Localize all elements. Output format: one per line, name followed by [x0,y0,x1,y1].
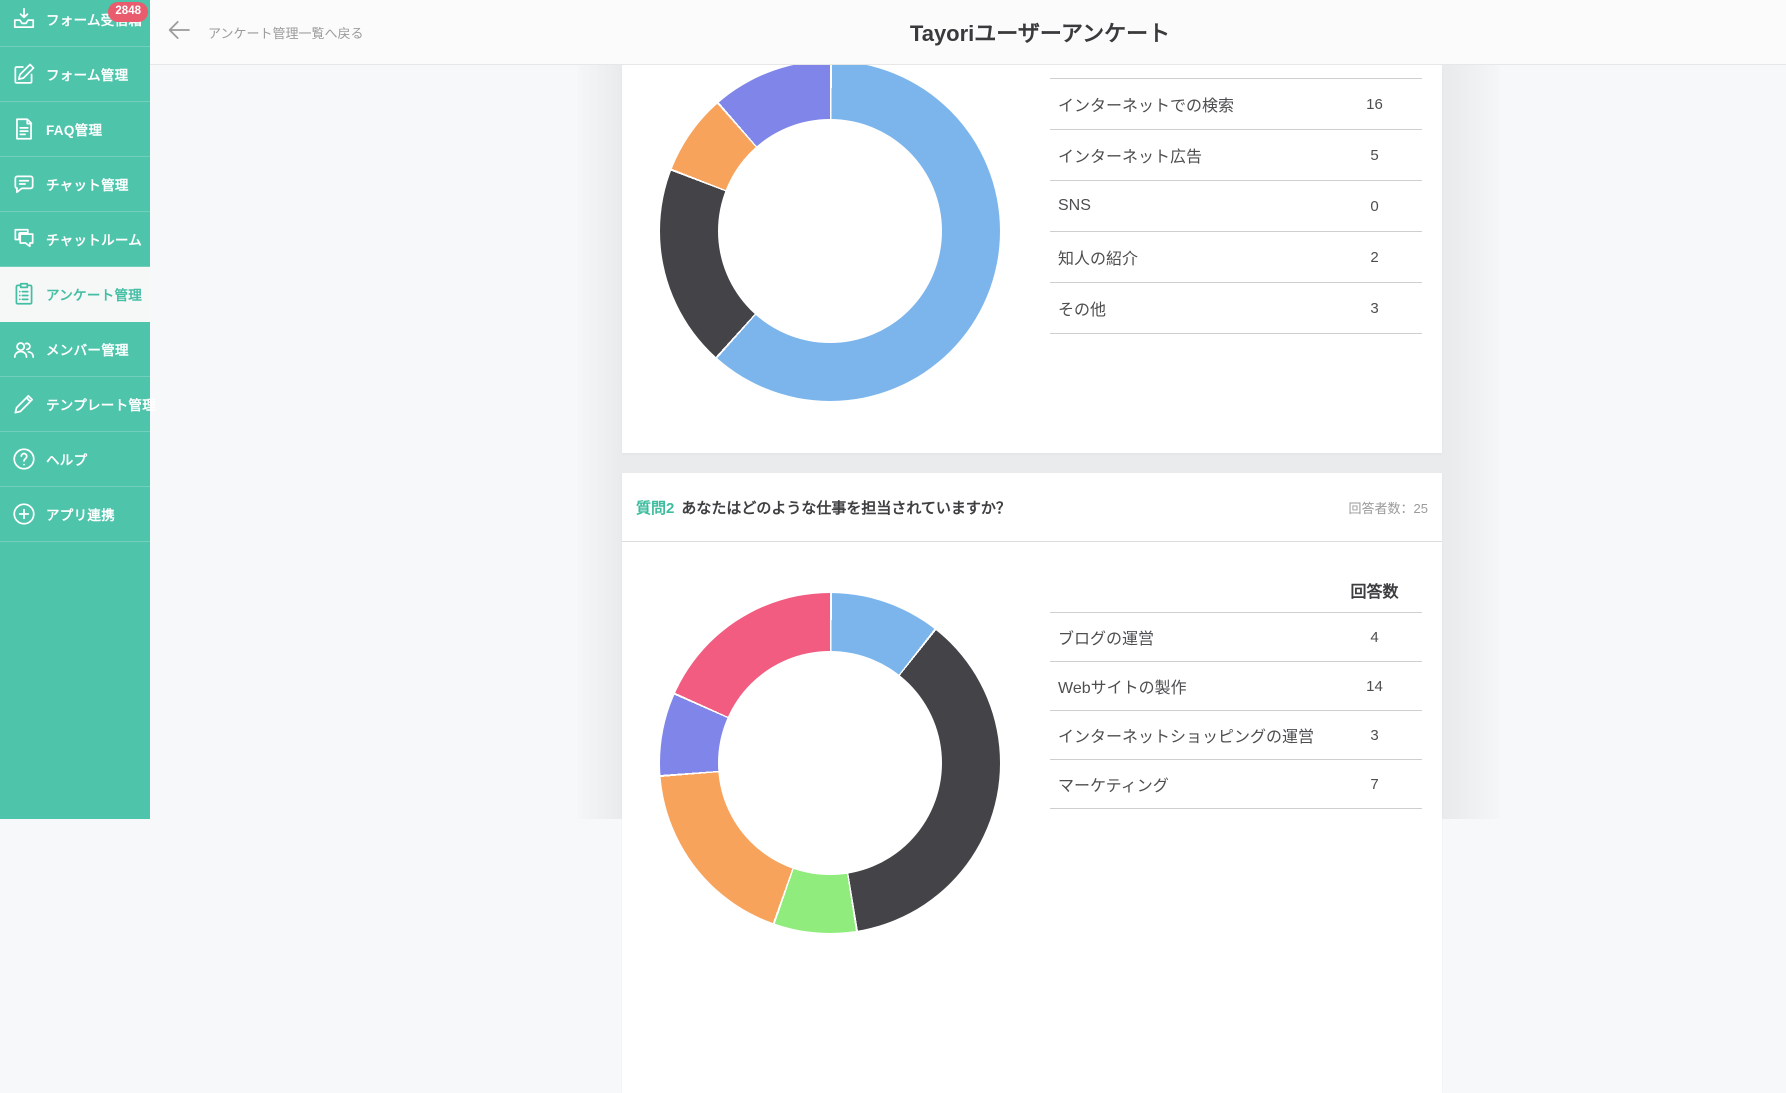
sidebar-item-chat-manage[interactable]: チャット管理 [0,157,150,212]
help-circle-icon [10,446,37,473]
sidebar-item-label: メンバー管理 [46,339,129,359]
answer-row: Webサイトの製作14 [1050,662,1422,711]
unread-count-badge: 2848 [108,2,148,22]
survey-clipboard-icon [10,281,37,308]
sidebar-item-help[interactable]: ヘルプ [0,432,150,487]
answer-row: インターネットショッピングの運営3 [1050,711,1422,760]
answer-label: インターネットでの検索 [1050,92,1327,116]
answer-label: インターネット広告 [1050,143,1327,167]
answer-label: その他 [1050,296,1327,320]
sidebar-item-form-manage[interactable]: フォーム管理 [0,47,150,102]
answer-table-q2: 回答数 ブログの運営4Webサイトの製作14インターネットショッピングの運営3マ… [1050,568,1422,809]
sidebar-item-label: チャット管理 [46,174,129,194]
sidebar-nav: フォーム受信箱2848 フォーム管理 FAQ管理チャット管理チャットルームアンケート… [0,0,150,542]
answer-count: 2 [1327,249,1422,266]
answer-row: インターネット広告5 [1050,130,1422,181]
sidebar-item-form-inbox[interactable]: フォーム受信箱2848 [0,0,150,47]
chat-room-icon [10,226,37,253]
sidebar-item-app-link[interactable]: アプリ連携 [0,487,150,542]
answer-row: その他3 [1050,283,1422,334]
chat-bubble-icon [10,171,37,198]
card-question-2: 質問2 あなたはどのような仕事を担当されていますか？ 回答者数：25 回答数 ブ… [622,473,1442,1093]
inbox-icon [10,6,37,33]
answer-table-q1: インターネットでの検索16インターネット広告5SNS0知人の紹介2その他3 [1050,78,1422,334]
form-edit-icon [10,61,37,88]
answer-row: SNS0 [1050,181,1422,232]
back-to-survey-list-link[interactable]: アンケート管理一覧へ戻る [164,0,363,64]
page-title: Tayoriユーザーアンケート [910,0,1170,64]
sidebar-item-label: アンケート管理 [46,284,142,304]
back-link-label: アンケート管理一覧へ戻る [208,23,363,42]
answer-label: SNS [1050,197,1327,215]
sidebar-item-label: テンプレート管理 [46,394,156,414]
question-2-header-row: 質問2 あなたはどのような仕事を担当されていますか？ 回答者数：25 [622,473,1442,542]
card-question-1: インターネットでの検索16インターネット広告5SNS0知人の紹介2その他3 [622,65,1442,453]
answer-label: 知人の紹介 [1050,245,1327,269]
answer-count: 14 [1327,678,1422,695]
answer-row: 知人の紹介2 [1050,232,1422,283]
question-2-respondent-count: 回答者数：25 [1349,498,1428,517]
topbar: アンケート管理一覧へ戻る Tayoriユーザーアンケート [150,0,1786,65]
answer-count: 0 [1327,198,1422,215]
sidebar: フォーム受信箱2848 フォーム管理 FAQ管理チャット管理チャットルームアンケート… [0,0,150,819]
sidebar-item-label: チャットルーム [46,229,142,249]
answer-row: インターネットでの検索16 [1050,79,1422,130]
faq-document-icon [10,116,37,143]
plus-circle-icon [10,501,37,528]
sidebar-item-member-manage[interactable]: メンバー管理 [0,322,150,377]
sidebar-item-chat-room[interactable]: チャットルーム [0,212,150,267]
answer-row: ブログの運営4 [1050,613,1422,662]
answer-label: マーケティング [1050,772,1327,796]
answer-table-q2-header: 回答数 [1050,568,1422,613]
members-icon [10,336,37,363]
sidebar-item-faq-manage[interactable]: FAQ管理 [0,102,150,157]
answer-label: Webサイトの製作 [1050,674,1327,698]
question-2-text: あなたはどのような仕事を担当されていますか？ [681,497,1011,518]
answer-count: 7 [1327,776,1422,793]
sidebar-item-label: FAQ管理 [46,119,102,139]
sidebar-item-template-manage[interactable]: テンプレート管理 [0,377,150,432]
answer-label: ブログの運営 [1050,625,1327,649]
sidebar-item-label: アプリ連携 [46,504,115,524]
sidebar-item-label: フォーム管理 [46,64,128,84]
answer-count: 5 [1327,147,1422,164]
donut-chart-q1 [660,61,1000,401]
answer-row: マーケティング7 [1050,760,1422,809]
answer-count: 16 [1327,96,1422,113]
back-arrow-icon [164,15,194,50]
question-2-number-label: 質問2 [636,497,674,518]
sidebar-item-label: ヘルプ [46,449,87,469]
answer-count: 4 [1327,629,1422,646]
answer-count-column-header: 回答数 [1327,578,1422,602]
answer-label: インターネットショッピングの運営 [1050,723,1327,747]
survey-results-page: { "colors": { "sidebar_bg": "#4ec4ab", "… [0,0,1786,819]
answer-count: 3 [1327,300,1422,317]
sidebar-item-survey-manage[interactable]: アンケート管理 [0,267,150,322]
donut-chart-q2 [660,593,1000,933]
answer-count: 3 [1327,727,1422,744]
template-pencil-icon [10,391,37,418]
